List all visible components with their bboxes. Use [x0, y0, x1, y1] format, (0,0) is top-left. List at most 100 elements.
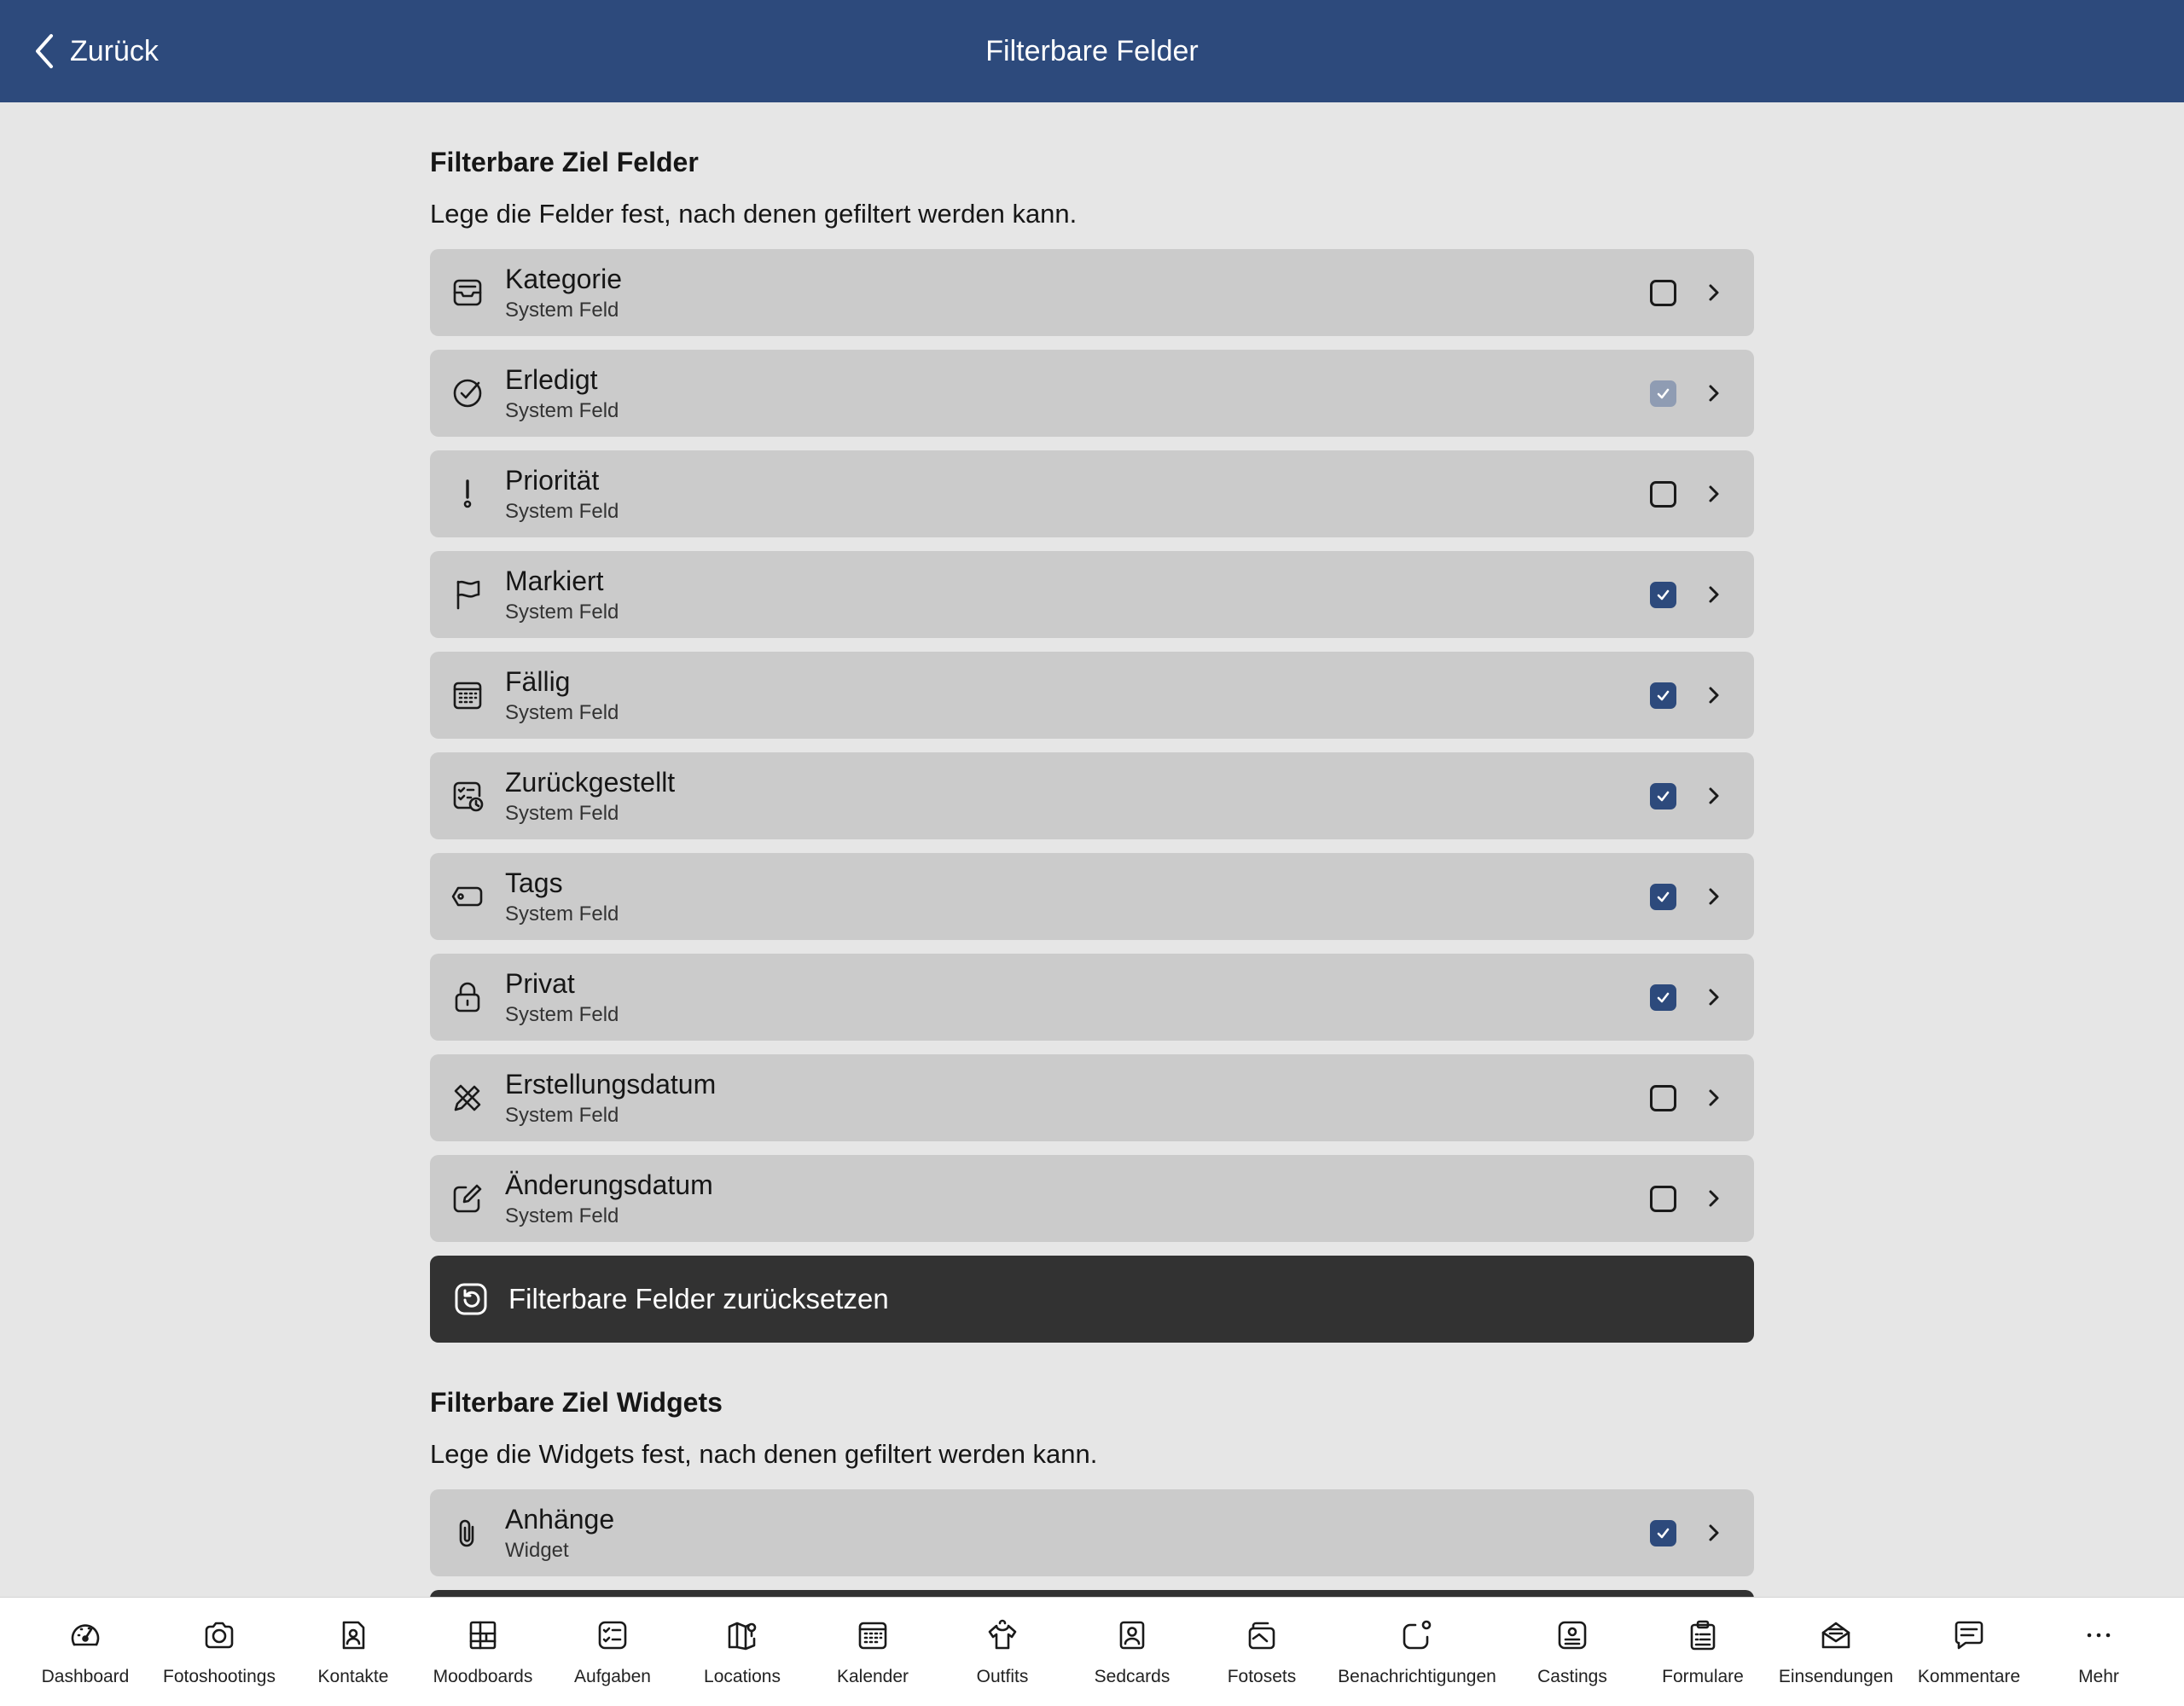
- field-row-erstellungsdatum[interactable]: Erstellungsdatum System Feld: [430, 1054, 1754, 1141]
- fields-section-title: Filterbare Ziel Felder: [430, 147, 699, 177]
- reset-fields-button[interactable]: Filterbare Felder zurücksetzen: [430, 1256, 1754, 1343]
- field-checkbox[interactable]: [1650, 984, 1676, 1011]
- field-row-fällig[interactable]: Fällig System Feld: [430, 652, 1754, 739]
- calendar-icon: [856, 1618, 890, 1652]
- chevron-right-icon: [1709, 385, 1719, 402]
- tasks-icon: [595, 1618, 630, 1652]
- lock-icon: [450, 980, 485, 1014]
- calendar-icon: [450, 678, 485, 712]
- field-label: Änderungsdatum: [505, 1169, 713, 1200]
- field-label: Fällig: [505, 666, 571, 697]
- field-subtitle: System Feld: [505, 902, 619, 926]
- field-row-markiert[interactable]: Markiert System Feld: [430, 551, 1754, 638]
- fields-section-description: Lege die Felder fest, nach denen gefilte…: [430, 199, 1077, 229]
- camera-icon: [202, 1618, 236, 1652]
- field-checkbox[interactable]: [1650, 682, 1676, 709]
- contact-icon: [336, 1618, 370, 1652]
- field-label: Anhänge: [505, 1504, 615, 1535]
- field-checkbox[interactable]: [1650, 884, 1676, 910]
- widgets-section-title: Filterbare Ziel Widgets: [430, 1387, 723, 1418]
- field-row-erledigt[interactable]: Erledigt System Feld: [430, 350, 1754, 437]
- field-subtitle: System Feld: [505, 299, 619, 322]
- moodboard-icon: [466, 1618, 500, 1652]
- field-checkbox[interactable]: [1650, 380, 1676, 407]
- field-label: Priorität: [505, 465, 600, 496]
- widgets-section-description: Lege die Widgets fest, nach denen gefilt…: [430, 1439, 1098, 1469]
- field-checkbox[interactable]: [1650, 1085, 1676, 1111]
- field-row-zurückgestellt[interactable]: Zurückgestellt System Feld: [430, 752, 1754, 839]
- edit-icon: [450, 1181, 485, 1216]
- pencil-ruler-icon: [450, 1081, 485, 1115]
- check-circle-icon: [450, 376, 485, 410]
- field-subtitle: System Feld: [505, 1104, 619, 1127]
- tag-icon: [450, 879, 485, 914]
- field-row-tags[interactable]: Tags System Feld: [430, 853, 1754, 940]
- field-subtitle: System Feld: [505, 601, 619, 624]
- chevron-right-icon: [1709, 1089, 1719, 1106]
- sedcard-icon: [1115, 1618, 1149, 1652]
- reset-fields-label: Filterbare Felder zurücksetzen: [508, 1283, 889, 1314]
- casting-icon: [1555, 1618, 1589, 1652]
- field-label: Kategorie: [505, 264, 622, 294]
- reset-icon: [454, 1282, 488, 1316]
- field-subtitle: System Feld: [505, 1003, 619, 1026]
- tab-label: Benachrichtigungen: [1338, 1667, 1496, 1686]
- chevron-right-icon: [1709, 787, 1719, 804]
- flag-icon: [450, 577, 485, 612]
- page-title: Filterbare Felder: [985, 35, 1199, 67]
- more-icon: [2082, 1618, 2116, 1652]
- clipboard-icon: [1686, 1618, 1720, 1652]
- paperclip-icon: [450, 1516, 485, 1550]
- chevron-right-icon: [1709, 1524, 1719, 1541]
- chevron-right-icon: [1709, 1190, 1719, 1207]
- field-checkbox[interactable]: [1650, 582, 1676, 608]
- tab-bar: Dashboard Fotoshootings Kontakte Moodboards…: [0, 1597, 2184, 1706]
- fields-list: Kategorie System Feld Erledigt System Feld P…: [430, 249, 1754, 1242]
- exclamation-icon: [450, 477, 485, 511]
- tray-icon: [450, 276, 485, 310]
- comment-icon: [1952, 1618, 1986, 1652]
- field-subtitle: System Feld: [505, 802, 619, 825]
- field-checkbox[interactable]: [1650, 1520, 1676, 1546]
- field-label: Zurückgestellt: [505, 767, 676, 798]
- next-button-partial[interactable]: [430, 1590, 1754, 1597]
- map-icon: [725, 1618, 759, 1652]
- field-label: Erstellungsdatum: [505, 1069, 717, 1100]
- widgets-list: Anhänge Widget: [430, 1489, 1754, 1576]
- chevron-right-icon: [1709, 485, 1719, 502]
- checklist-clock-icon: [450, 779, 485, 813]
- gauge-icon: [68, 1618, 102, 1652]
- navigation-bar: Zurück Filterbare Felder: [0, 0, 2184, 102]
- field-label: Markiert: [505, 566, 604, 596]
- photosets-icon: [1245, 1618, 1279, 1652]
- mail-open-icon: [1819, 1618, 1853, 1652]
- field-label: Privat: [505, 968, 575, 999]
- field-checkbox[interactable]: [1650, 481, 1676, 508]
- tab-mehr[interactable]: Mehr: [2018, 1598, 2180, 1706]
- field-checkbox[interactable]: [1650, 280, 1676, 306]
- chevron-right-icon: [1709, 989, 1719, 1006]
- field-row-änderungsdatum[interactable]: Änderungsdatum System Feld: [430, 1155, 1754, 1242]
- notification-icon: [1400, 1618, 1434, 1652]
- field-label: Tags: [505, 868, 563, 898]
- field-checkbox[interactable]: [1650, 783, 1676, 809]
- tab-label: Fotosets: [1227, 1667, 1297, 1686]
- chevron-right-icon: [1709, 284, 1719, 301]
- field-row-anhänge[interactable]: Anhänge Widget: [430, 1489, 1754, 1576]
- field-subtitle: System Feld: [505, 701, 619, 724]
- field-checkbox[interactable]: [1650, 1186, 1676, 1212]
- tab-label: Mehr: [2078, 1667, 2119, 1686]
- chevron-right-icon: [1709, 586, 1719, 603]
- field-row-privat[interactable]: Privat System Feld: [430, 954, 1754, 1041]
- tab-fotosets[interactable]: Fotosets: [1181, 1598, 1343, 1706]
- field-label: Erledigt: [505, 364, 598, 395]
- field-subtitle: Widget: [505, 1539, 569, 1562]
- tab-benachrichtigungen[interactable]: Benachrichtigungen: [1336, 1598, 1498, 1706]
- shirt-icon: [985, 1618, 1019, 1652]
- field-subtitle: System Feld: [505, 500, 619, 523]
- field-row-kategorie[interactable]: Kategorie System Feld: [430, 249, 1754, 336]
- chevron-right-icon: [1709, 687, 1719, 704]
- main-content[interactable]: Filterbare Ziel Felder Lege die Felder f…: [430, 102, 1754, 1597]
- field-subtitle: System Feld: [505, 399, 619, 422]
- field-row-priorität[interactable]: Priorität System Feld: [430, 450, 1754, 537]
